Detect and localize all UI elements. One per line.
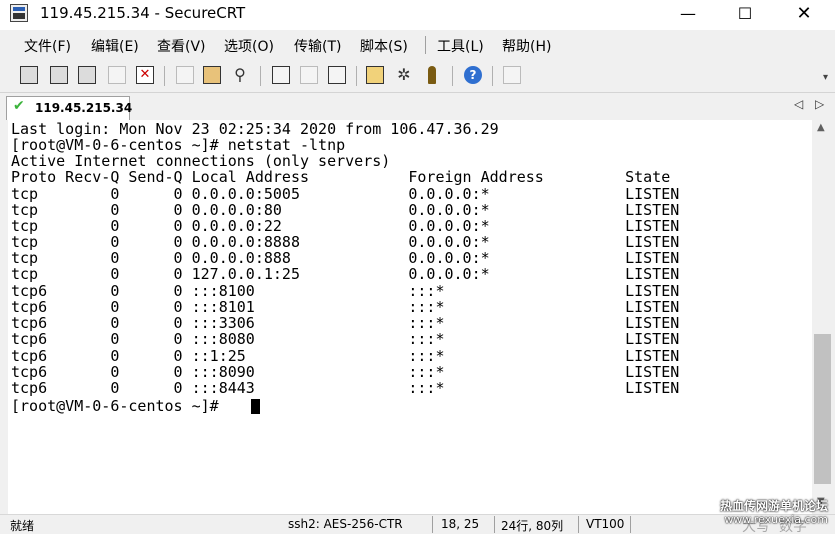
terminal-line: tcp 0 0 0.0.0.0:22 0.0.0.0:* LISTEN — [11, 217, 680, 235]
menu-separator — [425, 36, 426, 54]
paste-icon[interactable] — [203, 66, 221, 84]
toolbar-separator — [356, 66, 357, 86]
status-bar: 就绪 ssh2: AES-256-CTR 18, 25 24行, 80列 VT1… — [0, 514, 835, 535]
scrollbar-thumb[interactable] — [814, 334, 831, 484]
maximize-button[interactable]: ☐ — [722, 0, 768, 29]
terminal-line: tcp6 0 0 :::3306 :::* LISTEN — [11, 314, 680, 332]
terminal-line: tcp6 0 0 :::8080 :::* LISTEN — [11, 330, 680, 348]
find-icon[interactable]: ⚲ — [231, 66, 249, 84]
terminal-cursor — [251, 399, 260, 414]
print-icon[interactable] — [272, 66, 290, 84]
terminal-line: Active Internet connections (only server… — [11, 152, 391, 170]
terminal-line: tcp 0 0 0.0.0.0:8888 0.0.0.0:* LISTEN — [11, 233, 680, 251]
terminal-line: Proto Recv-Q Send-Q Local Address Foreig… — [11, 168, 671, 186]
menu-script[interactable]: 脚本(S) — [360, 36, 408, 56]
terminal-output[interactable]: Last login: Mon Nov 23 02:25:34 2020 fro… — [8, 120, 812, 514]
watermark-title: 热血传网游单机论坛 — [719, 499, 828, 513]
status-divider — [630, 516, 631, 533]
status-protocol: ssh2: AES-256-CTR — [288, 517, 403, 531]
print-setup-icon[interactable] — [328, 66, 346, 84]
keymap-icon[interactable] — [428, 66, 436, 84]
terminal-line: tcp 0 0 0.0.0.0:5005 0.0.0.0:* LISTEN — [11, 185, 680, 203]
menu-transfer[interactable]: 传输(T) — [294, 36, 341, 56]
menu-tools[interactable]: 工具(L) — [437, 36, 484, 56]
connected-check-icon: ✔ — [13, 98, 25, 114]
menu-help[interactable]: 帮助(H) — [502, 36, 551, 56]
tab-scroll-right-icon[interactable]: ▷ — [815, 97, 824, 111]
vertical-scrollbar[interactable]: ▲ ▼ — [812, 120, 835, 514]
terminal-line: tcp6 0 0 :::8101 :::* LISTEN — [11, 298, 680, 316]
status-terminal-type: VT100 — [586, 517, 625, 531]
watermark-url: www.rexuexia.com — [724, 513, 828, 526]
site-watermark: 热血传网游单机论坛 www.rexuexia.com — [716, 497, 832, 527]
screenshot-icon[interactable] — [503, 66, 521, 84]
copy-icon[interactable] — [176, 66, 194, 84]
terminal-line: tcp6 0 0 :::8090 :::* LISTEN — [11, 363, 680, 381]
title-bar: 119.45.215.34 - SecureCRT — ☐ ✕ — [0, 0, 835, 29]
close-button[interactable]: ✕ — [781, 0, 827, 29]
terminal-line: tcp 0 0 0.0.0.0:888 0.0.0.0:* LISTEN — [11, 249, 680, 267]
status-divider — [432, 516, 433, 533]
toolbar-separator — [164, 66, 165, 86]
disconnect-icon[interactable]: ✕ — [136, 66, 154, 84]
terminal-line: tcp6 0 0 :::8443 :::* LISTEN — [11, 379, 680, 397]
quick-connect-icon[interactable] — [50, 66, 68, 84]
terminal-line: tcp6 0 0 :::8100 :::* LISTEN — [11, 282, 680, 300]
menu-bar: 文件(F) 编辑(E) 查看(V) 选项(O) 传输(T) 脚本(S) 工具(L… — [0, 30, 835, 60]
status-divider — [494, 516, 495, 533]
terminal-line: tcp 0 0 127.0.0.1:25 0.0.0.0:* LISTEN — [11, 265, 680, 283]
menu-view[interactable]: 查看(V) — [157, 36, 206, 56]
minimize-button[interactable]: — — [665, 0, 711, 29]
connect-in-tab-icon[interactable] — [78, 66, 96, 84]
window-title: 119.45.215.34 - SecureCRT — [40, 4, 246, 22]
connect-icon[interactable] — [20, 66, 38, 84]
help-icon[interactable]: ? — [464, 66, 482, 84]
toolbar: ✕ ⚲ ✲ ? — [0, 60, 835, 93]
status-divider — [578, 516, 579, 533]
terminal-line: [root@VM-0-6-centos ~]# netstat -ltnp — [11, 136, 346, 154]
terminal-line: tcp6 0 0 ::1:25 :::* LISTEN — [11, 347, 680, 365]
session-tab-strip: ✔ 119.45.215.34 ◁ ▷ — [0, 93, 835, 120]
terminal-line: tcp 0 0 0.0.0.0:80 0.0.0.0:* LISTEN — [11, 201, 680, 219]
menu-edit[interactable]: 编辑(E) — [91, 36, 139, 56]
tab-scroll-left-icon[interactable]: ◁ — [794, 97, 803, 111]
toolbar-separator — [260, 66, 261, 86]
scroll-up-arrow-icon[interactable]: ▲ — [817, 122, 825, 133]
session-tab[interactable]: ✔ 119.45.215.34 — [6, 96, 133, 120]
menu-file[interactable]: 文件(F) — [24, 36, 71, 56]
status-terminal-size: 24行, 80列 — [501, 519, 564, 533]
print-selection-icon[interactable] — [300, 66, 318, 84]
terminal-line: Last login: Mon Nov 23 02:25:34 2020 fro… — [11, 120, 499, 138]
status-ready: 就绪 — [10, 519, 35, 533]
global-options-icon[interactable]: ✲ — [395, 66, 413, 84]
window-frame-left — [0, 120, 8, 514]
toolbar-overflow-icon[interactable]: ▾ — [823, 72, 828, 83]
terminal-prompt: [root@VM-0-6-centos ~]# — [11, 397, 228, 415]
reconnect-icon[interactable] — [108, 66, 126, 84]
toolbar-separator — [452, 66, 453, 86]
menu-options[interactable]: 选项(O) — [224, 36, 274, 56]
session-tab-label: 119.45.215.34 — [35, 101, 133, 115]
securecrt-app-icon[interactable] — [10, 4, 28, 22]
toolbar-separator — [492, 66, 493, 86]
status-cursor-position: 18, 25 — [441, 517, 480, 531]
session-options-icon[interactable] — [366, 66, 384, 84]
